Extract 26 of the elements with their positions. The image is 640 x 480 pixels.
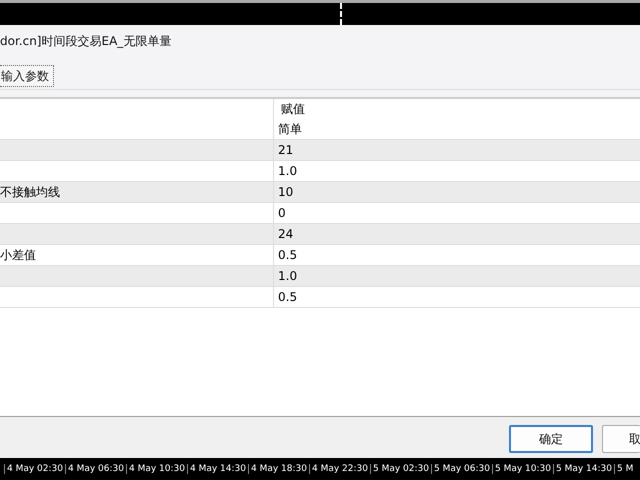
time-label: 5 M <box>614 464 634 474</box>
time-label: 5 May 14:30 <box>553 464 614 474</box>
time-label: 5 May 02:30 <box>370 464 431 474</box>
time-label: 4 May 22:30 <box>309 464 370 474</box>
table-cell: 24 <box>278 227 294 241</box>
table-cell: 10 <box>278 185 294 199</box>
table-cell: 0.5 <box>278 248 298 262</box>
table-cell: 不接触均线 <box>0 184 60 200</box>
table-cell: 小差值 <box>0 246 36 264</box>
time-label: 4 May 14:30 <box>187 464 248 474</box>
table-cell: 简单 <box>278 120 302 138</box>
time-label: 5 May 06:30 <box>431 464 492 474</box>
table-cell: 0 <box>278 206 286 220</box>
time-label: 4 May 06:30 <box>65 464 126 474</box>
ok-button[interactable]: 确定 <box>509 425 593 453</box>
table-cell: 0.5 <box>278 290 298 304</box>
time-label: 5 May 10:30 <box>492 464 553 474</box>
table-cell: 1.0 <box>278 269 298 283</box>
time-label: 4 May 02:30 <box>4 464 65 474</box>
time-label: 4 May 10:30 <box>126 464 187 474</box>
time-label: 4 May 18:30 <box>248 464 309 474</box>
window-title: dor.cn]时间段交易EA_无限单量 <box>0 33 172 50</box>
table-cell: 21 <box>278 143 294 157</box>
column-header: 赋值 <box>281 100 305 118</box>
tab[interactable]: 输入参数 <box>0 65 54 87</box>
table-cell: 1.0 <box>278 164 298 178</box>
